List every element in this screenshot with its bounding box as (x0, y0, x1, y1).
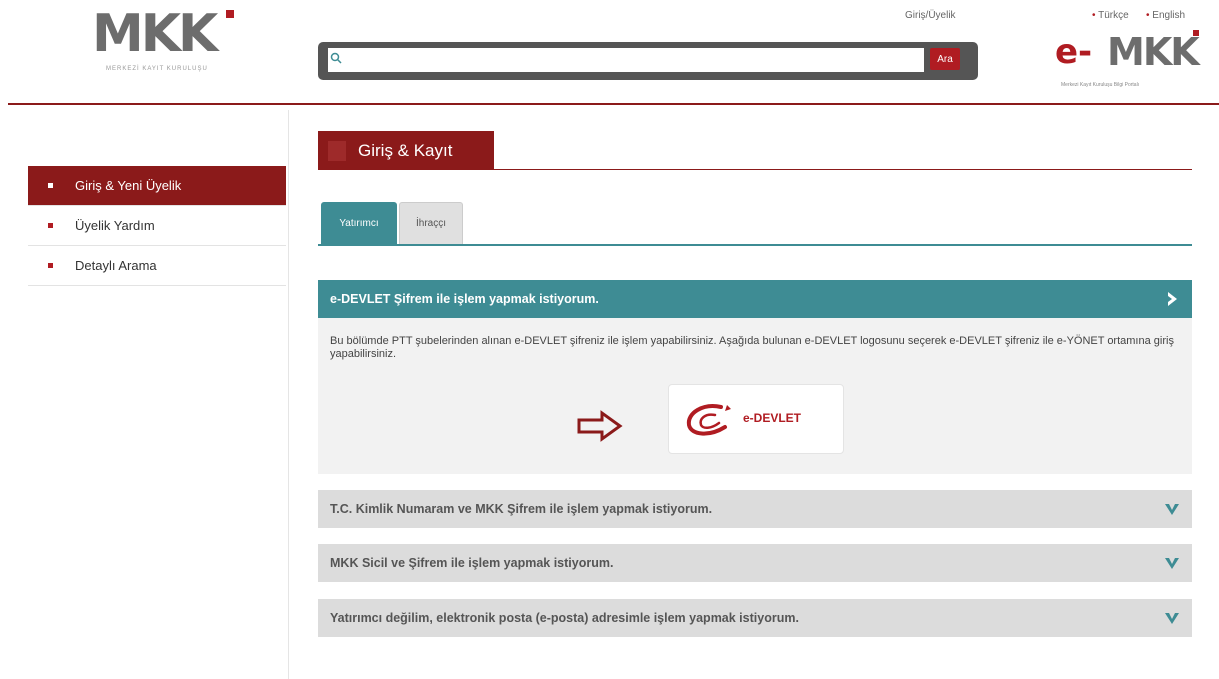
accordion-header-e-posta[interactable]: Yatırımcı değilim, elektronik posta (e-p… (318, 599, 1192, 637)
sidebar-divider (288, 110, 289, 679)
chevron-right-icon (1168, 292, 1177, 306)
arrow-right-icon (577, 410, 623, 442)
search-input[interactable] (328, 48, 924, 72)
tab-yatirimci[interactable]: Yatırımcı (321, 202, 397, 244)
lang-turkce-link[interactable]: • Türkçe (1092, 10, 1129, 21)
sidebar-item-label: Giriş & Yeni Üyelik (75, 178, 182, 193)
bullet-icon (48, 223, 53, 228)
sidebar-item-label: Üyelik Yardım (75, 218, 155, 233)
title-flag-icon (328, 141, 346, 161)
accordion-title: Yatırımcı değilim, elektronik posta (e-p… (330, 611, 799, 625)
sidebar-item-uyelik-yardim[interactable]: Üyelik Yardım (28, 206, 286, 246)
lang-english-link[interactable]: • English (1146, 10, 1185, 21)
accordion-header-mkk-sicil[interactable]: MKK Sicil ve Şifrem ile işlem yapmak ist… (318, 544, 1192, 582)
accordion-body-text: Bu bölümde PTT şubelerinden alınan e-DEV… (330, 335, 1174, 360)
login-link[interactable]: Giriş/Üyelik (905, 10, 956, 21)
header-divider (8, 103, 1219, 105)
logo-square-icon (1193, 30, 1199, 36)
sidebar-item-detayli-arama[interactable]: Detaylı Arama (28, 246, 286, 286)
bullet-icon (48, 263, 53, 268)
accordion-header-edevlet[interactable]: e-DEVLET Şifrem ile işlem yapmak istiyor… (318, 280, 1192, 318)
bullet-icon (48, 183, 53, 188)
edevlet-logo-text: e-DEVLET (743, 411, 802, 425)
emkk-logo-prefix: e- (1055, 32, 1093, 72)
chevron-down-icon (1165, 558, 1179, 569)
search-icon (330, 52, 342, 64)
sidebar-nav: Giriş & Yeni Üyelik Üyelik Yardım Detayl… (28, 166, 286, 286)
emkk-logo-subtitle: Merkezi Kayıt Kuruluşu Bilgi Portalı (1061, 82, 1140, 88)
lang-english-label: English (1152, 10, 1186, 21)
page-title-box: Giriş & Kayıt (318, 131, 494, 170)
edevlet-logo-icon (686, 404, 731, 436)
chevron-down-icon (1165, 613, 1179, 624)
search-button[interactable]: Ara (930, 48, 960, 70)
tab-underline (318, 244, 1192, 246)
site-header: MKK MERKEZİ KAYIT KURULUŞU Giriş/Üyelik … (0, 0, 1219, 104)
accordion-body-edevlet: Bu bölümde PTT şubelerinden alınan e-DEV… (318, 318, 1192, 474)
bullet-icon: • (1146, 10, 1150, 21)
accordion-title: T.C. Kimlik Numaram ve MKK Şifrem ile iş… (330, 502, 713, 516)
mkk-logo[interactable]: MKK MERKEZİ KAYIT KURULUŞU (92, 4, 234, 80)
sidebar-item-giris-yeni-uyelik[interactable]: Giriş & Yeni Üyelik (28, 166, 286, 206)
title-divider (318, 169, 1192, 170)
accordion-title: e-DEVLET Şifrem ile işlem yapmak istiyor… (330, 292, 599, 306)
chevron-down-icon (1165, 504, 1179, 515)
bullet-icon: • (1092, 10, 1096, 21)
lang-turkce-label: Türkçe (1098, 10, 1129, 21)
mkk-logo-subtitle: MERKEZİ KAYIT KURULUŞU (106, 66, 208, 72)
search-bar: Ara (318, 42, 978, 80)
edevlet-login-button[interactable]: e-DEVLET (668, 384, 844, 454)
emkk-logo[interactable]: e- MKK Merkezi Kayıt Kuruluşu Bilgi Port… (1055, 30, 1215, 98)
page-title: Giriş & Kayıt (358, 141, 453, 160)
sidebar-item-label: Detaylı Arama (75, 258, 157, 273)
accordion-title: MKK Sicil ve Şifrem ile işlem yapmak ist… (330, 556, 614, 570)
accordion-header-tc-kimlik[interactable]: T.C. Kimlik Numaram ve MKK Şifrem ile iş… (318, 490, 1192, 528)
logo-square-icon (226, 10, 234, 18)
emkk-logo-word: MKK (1107, 30, 1200, 74)
tab-ihracci[interactable]: İhraççı (399, 202, 463, 244)
mkk-logo-word: MKK (92, 4, 218, 64)
